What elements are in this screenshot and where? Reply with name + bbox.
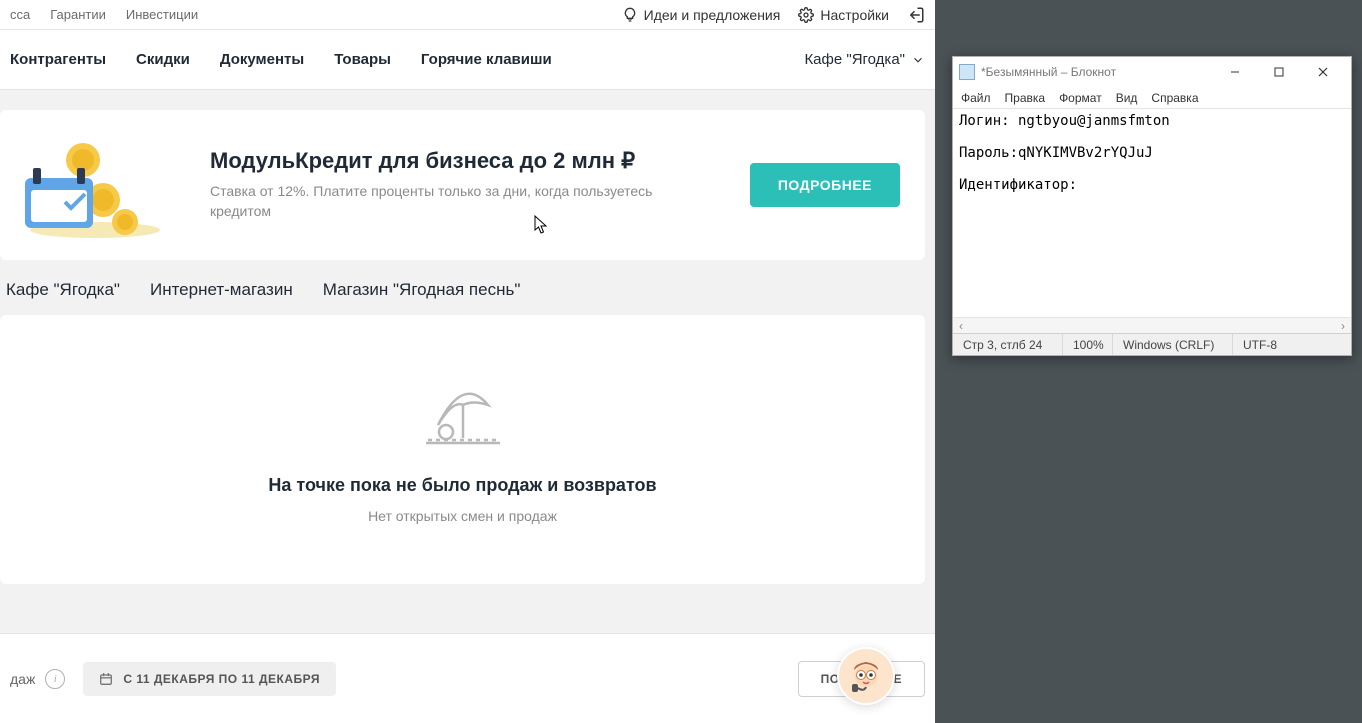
settings-button[interactable]: Настройки	[798, 7, 889, 23]
notepad-status-bar: Стр 3, стлб 24 100% Windows (CRLF) UTF-8	[953, 333, 1351, 355]
top-bar-right: Идеи и предложения Настройки	[622, 6, 925, 24]
nav-discounts[interactable]: Скидки	[136, 51, 190, 68]
promo-title: МодульКредит для бизнеса до 2 млн ₽	[210, 148, 750, 174]
lightbulb-icon	[622, 7, 638, 23]
notepad-horizontal-scrollbar[interactable]: ‹ ›	[953, 317, 1351, 333]
logout-icon	[907, 6, 925, 24]
menu-format[interactable]: Формат	[1059, 91, 1102, 105]
close-button[interactable]	[1301, 58, 1345, 86]
assistant-avatar-button[interactable]	[837, 647, 895, 705]
tab-cafe[interactable]: Кафе "Ягодка"	[6, 280, 120, 300]
scroll-left-arrow-icon[interactable]: ‹	[953, 319, 969, 333]
minimize-button[interactable]	[1213, 58, 1257, 86]
nav-goods[interactable]: Товары	[334, 51, 391, 68]
location-tabs: Кафе "Ягодка" Интернет-магазин Магазин "…	[0, 280, 935, 315]
top-link-investments[interactable]: Инвестиции	[126, 7, 198, 22]
status-line-ending: Windows (CRLF)	[1113, 334, 1233, 355]
calendar-icon	[99, 672, 113, 686]
top-bar-left: сса Гарантии Инвестиции	[10, 7, 198, 22]
empty-state-card: На точке пока не было продаж и возвратов…	[0, 315, 925, 584]
notepad-title-text: *Безымянный – Блокнот	[981, 65, 1213, 79]
company-name: Кафе "Ягодка"	[804, 51, 905, 68]
top-link-cashbox[interactable]: сса	[10, 7, 30, 22]
promo-card: МодульКредит для бизнеса до 2 млн ₽ Став…	[0, 110, 925, 260]
logout-button[interactable]	[907, 6, 925, 24]
notepad-menu-bar: Файл Правка Формат Вид Справка	[953, 87, 1351, 109]
promo-illustration	[25, 130, 185, 240]
footer-bar: даж i С 11 ДЕКАБРЯ ПО 11 ДЕКАБРЯ ПОДРОБН…	[0, 633, 935, 723]
assistant-avatar-icon	[844, 654, 888, 698]
top-link-guarantees[interactable]: Гарантии	[50, 7, 106, 22]
top-bar: сса Гарантии Инвестиции Идеи и предложен…	[0, 0, 935, 30]
ideas-label: Идеи и предложения	[644, 7, 781, 23]
gear-icon	[798, 7, 814, 23]
empty-state-subtitle: Нет открытых смен и продаж	[25, 508, 900, 524]
status-cursor-position: Стр 3, стлб 24	[953, 334, 1063, 355]
content-area: МодульКредит для бизнеса до 2 млн ₽ Став…	[0, 90, 935, 723]
tab-online-store[interactable]: Интернет-магазин	[150, 280, 293, 300]
nav-contragents[interactable]: Контрагенты	[10, 51, 106, 68]
ideas-button[interactable]: Идеи и предложения	[622, 7, 781, 23]
promo-more-button[interactable]: ПОДРОБНЕЕ	[750, 163, 900, 207]
main-app-window: сса Гарантии Инвестиции Идеи и предложен…	[0, 0, 935, 723]
nav-documents[interactable]: Документы	[220, 51, 304, 68]
menu-help[interactable]: Справка	[1151, 91, 1198, 105]
scroll-right-arrow-icon[interactable]: ›	[1335, 319, 1351, 333]
notepad-window[interactable]: *Безымянный – Блокнот Файл Правка Формат…	[952, 56, 1352, 356]
promo-text-block: МодульКредит для бизнеса до 2 млн ₽ Став…	[210, 148, 750, 221]
nav-hotkeys[interactable]: Горячие клавиши	[421, 51, 552, 68]
tab-shop[interactable]: Магазин "Ягодная песнь"	[323, 280, 521, 300]
menu-file[interactable]: Файл	[961, 91, 991, 105]
date-range-chip[interactable]: С 11 ДЕКАБРЯ ПО 11 ДЕКАБРЯ	[83, 662, 336, 696]
notepad-text-area[interactable]: Логин: ngtbyou@janmsfmton Пароль:qNYKIMV…	[953, 109, 1351, 317]
promo-subtitle: Ставка от 12%. Платите проценты только з…	[210, 182, 660, 221]
umbrella-illustration	[418, 370, 508, 450]
menu-view[interactable]: Вид	[1116, 91, 1138, 105]
empty-state-title: На точке пока не было продаж и возвратов	[25, 475, 900, 496]
date-range-text: С 11 ДЕКАБРЯ ПО 11 ДЕКАБРЯ	[123, 672, 320, 686]
footer-left: даж i	[10, 669, 65, 689]
footer-left-label: даж	[10, 671, 35, 687]
company-selector[interactable]: Кафе "Ягодка"	[804, 51, 925, 68]
info-icon[interactable]: i	[45, 669, 65, 689]
notepad-title-bar[interactable]: *Безымянный – Блокнот	[953, 57, 1351, 87]
menu-edit[interactable]: Правка	[1005, 91, 1046, 105]
status-encoding: UTF-8	[1233, 334, 1351, 355]
maximize-button[interactable]	[1257, 58, 1301, 86]
chevron-down-icon	[911, 53, 925, 67]
window-controls	[1213, 58, 1345, 86]
notepad-app-icon	[959, 64, 975, 80]
nav-bar: Контрагенты Скидки Документы Товары Горя…	[0, 30, 935, 90]
settings-label: Настройки	[820, 7, 889, 23]
status-zoom: 100%	[1063, 334, 1113, 355]
